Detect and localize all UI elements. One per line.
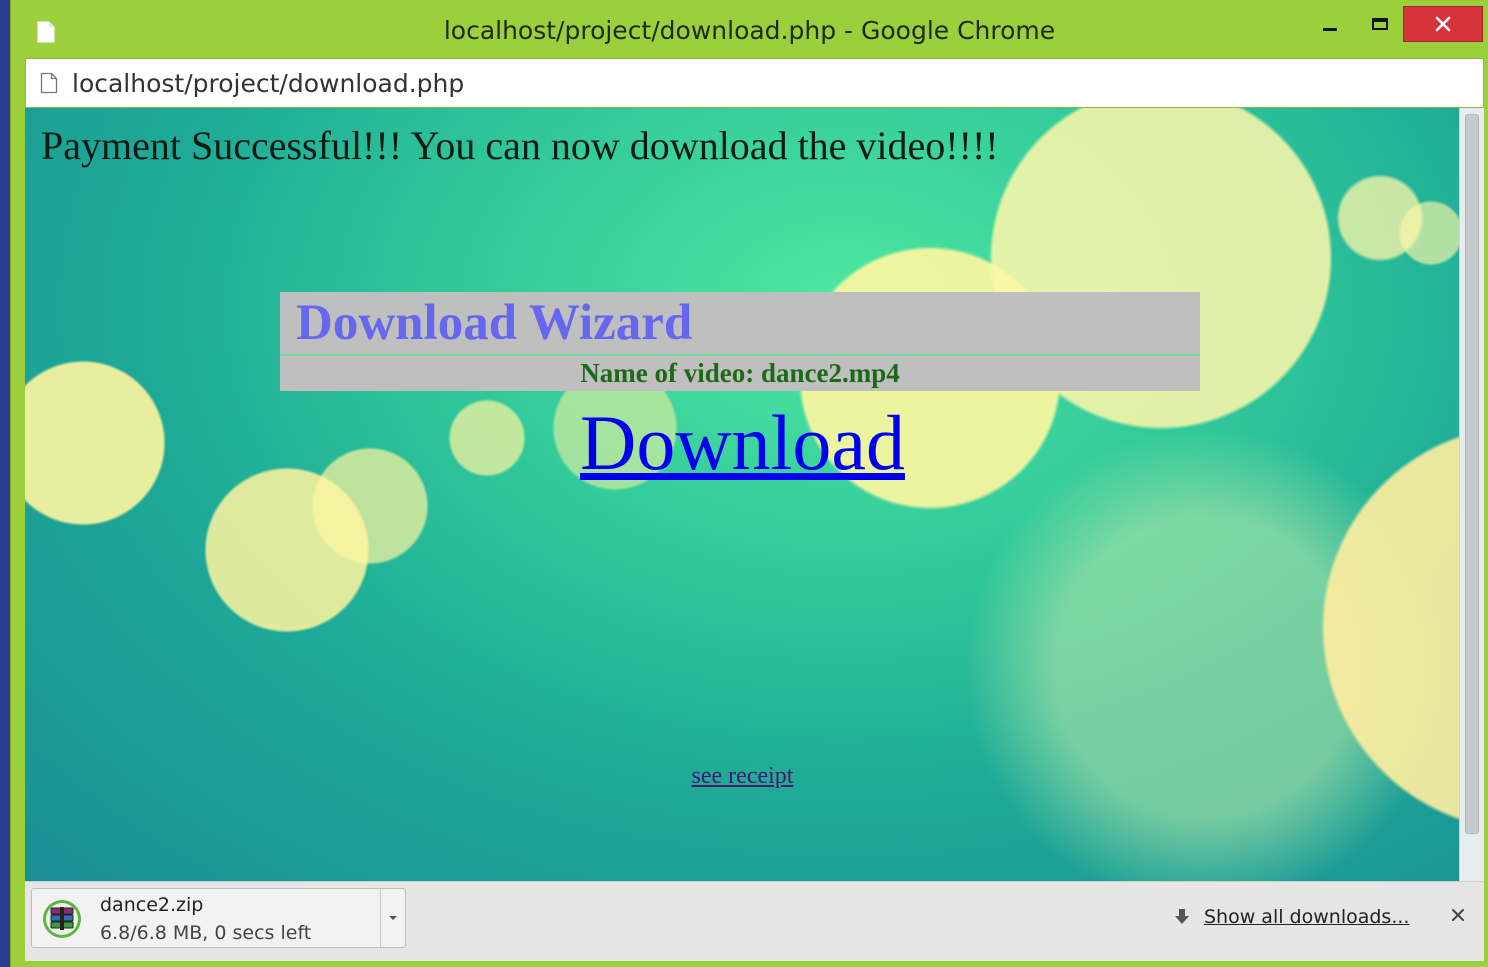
download-status: 6.8/6.8 MB, 0 secs left [100,922,312,944]
download-options-button[interactable] [381,889,405,947]
wizard-divider [280,354,1200,356]
address-bar[interactable]: localhost/project/download.php [25,58,1484,108]
minimize-button[interactable] [1313,6,1347,42]
maximize-icon [1372,18,1388,30]
page-viewport: Payment Successful!!! You can now downlo… [25,108,1484,881]
close-icon [1435,16,1451,32]
chevron-down-icon [389,916,397,920]
scrollbar-thumb[interactable] [1465,114,1479,834]
download-shelf: dance2.zip 6.8/6.8 MB, 0 secs left Show … [25,881,1484,961]
download-filename: dance2.zip [100,894,204,916]
url-text[interactable]: localhost/project/download.php [72,69,464,98]
minimize-icon [1323,27,1337,31]
download-arrow-icon [1175,909,1189,924]
archive-icon [43,900,81,938]
see-receipt-link[interactable]: see receipt [25,763,1460,790]
browser-window: localhost/project/download.php - Google … [10,0,1488,967]
close-button[interactable] [1403,6,1483,42]
close-icon [1452,909,1464,921]
maximize-button[interactable] [1363,6,1397,42]
close-download-shelf-button[interactable] [1447,904,1469,926]
page-icon [40,72,58,94]
title-bar[interactable]: localhost/project/download.php - Google … [11,0,1488,60]
download-link[interactable]: Download [25,398,1460,488]
download-item[interactable]: dance2.zip 6.8/6.8 MB, 0 secs left [31,888,406,948]
window-title: localhost/project/download.php - Google … [443,16,1056,45]
wizard-title: Download Wizard [296,295,693,351]
show-all-downloads[interactable]: Show all downloads... [1172,906,1409,928]
vertical-scrollbar[interactable] [1459,108,1484,881]
payment-success-message: Payment Successful!!! You can now downlo… [41,123,999,168]
video-name: Name of video: dance2.mp4 [580,358,900,388]
show-all-downloads-link[interactable]: Show all downloads... [1204,906,1409,928]
download-wizard-panel: Download Wizard Name of video: dance2.mp… [280,292,1200,391]
